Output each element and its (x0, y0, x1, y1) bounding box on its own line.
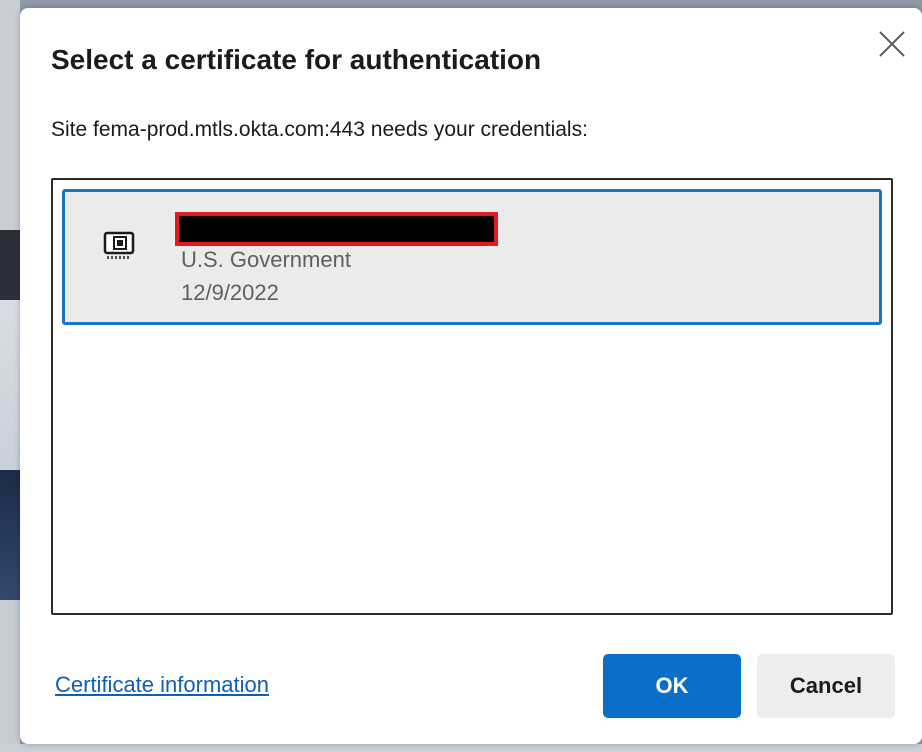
ok-button[interactable]: OK (603, 654, 741, 718)
certificate-list[interactable]: U.S. Government 12/9/2022 (51, 178, 893, 615)
certificate-date: 12/9/2022 (181, 280, 279, 305)
certificate-list-item[interactable]: U.S. Government 12/9/2022 (62, 189, 882, 325)
close-button[interactable] (872, 24, 912, 64)
certificate-information-link[interactable]: Certificate information (55, 672, 269, 698)
certificate-issuer: U.S. Government (181, 247, 351, 272)
background-window-bottom (0, 744, 922, 752)
certificate-dialog: Select a certificate for authentication … (20, 8, 922, 744)
background-window-strip (0, 0, 20, 752)
certificate-chip-icon (103, 231, 135, 259)
dialog-subtitle: Site fema-prod.mtls.okta.com:443 needs y… (51, 118, 588, 141)
dialog-title: Select a certificate for authentication (51, 44, 542, 75)
certificate-name-redacted (175, 212, 498, 246)
cancel-button[interactable]: Cancel (757, 654, 895, 718)
close-icon (879, 31, 905, 57)
